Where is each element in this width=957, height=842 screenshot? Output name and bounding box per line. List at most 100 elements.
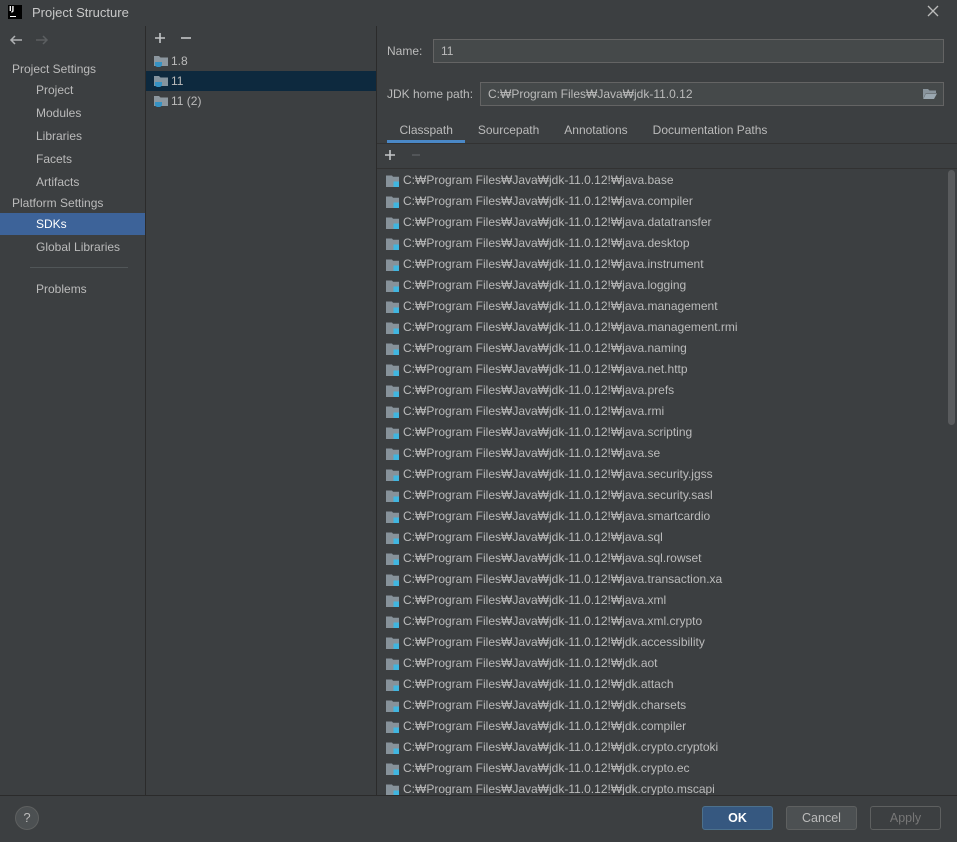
classpath-row[interactable]: C:₩Program Files₩Java₩jdk-11.0.12!₩jdk.c… <box>377 737 957 758</box>
jar-icon <box>385 404 401 420</box>
sdk-item-label: 1.8 <box>171 54 188 68</box>
sdk-item-11[interactable]: 11 <box>146 71 376 91</box>
name-label: Name: <box>387 44 423 58</box>
jar-icon <box>385 341 401 357</box>
classpath-row[interactable]: C:₩Program Files₩Java₩jdk-11.0.12!₩jdk.a… <box>377 674 957 695</box>
classpath-entry: C:₩Program Files₩Java₩jdk-11.0.12!₩java.… <box>403 236 690 250</box>
sdk-item-1-8[interactable]: 1.8 <box>146 51 376 71</box>
classpath-row[interactable]: C:₩Program Files₩Java₩jdk-11.0.12!₩java.… <box>377 317 957 338</box>
classpath-entry: C:₩Program Files₩Java₩jdk-11.0.12!₩jdk.c… <box>403 740 719 754</box>
apply-button[interactable]: Apply <box>870 806 941 830</box>
classpath-row[interactable]: C:₩Program Files₩Java₩jdk-11.0.12!₩java.… <box>377 485 957 506</box>
classpath-entry: C:₩Program Files₩Java₩jdk-11.0.12!₩jdk.c… <box>403 782 715 795</box>
intellij-icon: IJ <box>8 5 22 19</box>
classpath-entry: C:₩Program Files₩Java₩jdk-11.0.12!₩jdk.a… <box>403 677 674 691</box>
title-bar: IJ Project Structure <box>0 0 957 25</box>
classpath-row[interactable]: C:₩Program Files₩Java₩jdk-11.0.12!₩jdk.c… <box>377 716 957 737</box>
cancel-button[interactable]: Cancel <box>786 806 857 830</box>
sidebar-item-facets[interactable]: Facets <box>0 148 145 170</box>
classpath-row[interactable]: C:₩Program Files₩Java₩jdk-11.0.12!₩java.… <box>377 296 957 317</box>
classpath-entry: C:₩Program Files₩Java₩jdk-11.0.12!₩java.… <box>403 446 661 460</box>
tab-sourcepath[interactable]: Sourcepath <box>465 118 551 143</box>
sidebar-item-project[interactable]: Project <box>0 79 145 101</box>
sdk-folder-icon <box>153 73 169 89</box>
jdk-home-path-input[interactable]: C:₩Program Files₩Java₩jdk-11.0.12 <box>480 82 944 106</box>
jar-icon <box>385 320 401 336</box>
window-title: Project Structure <box>32 5 129 20</box>
classpath-row[interactable]: C:₩Program Files₩Java₩jdk-11.0.12!₩java.… <box>377 548 957 569</box>
classpath-row[interactable]: C:₩Program Files₩Java₩jdk-11.0.12!₩java.… <box>377 527 957 548</box>
plus-icon[interactable] <box>152 30 168 46</box>
project-settings-header: Project Settings <box>12 62 97 76</box>
folder-open-icon[interactable] <box>922 86 938 102</box>
sdk-name-input[interactable]: 11 <box>433 39 944 63</box>
jar-icon <box>385 572 401 588</box>
classpath-entry: C:₩Program Files₩Java₩jdk-11.0.12!₩jdk.a… <box>403 635 705 649</box>
jar-icon <box>385 740 401 756</box>
arrow-right-icon <box>34 32 50 48</box>
arrow-left-icon[interactable] <box>8 32 24 48</box>
classpath-row[interactable]: C:₩Program Files₩Java₩jdk-11.0.12!₩jdk.c… <box>377 758 957 779</box>
classpath-entry: C:₩Program Files₩Java₩jdk-11.0.12!₩java.… <box>403 362 688 376</box>
classpath-row[interactable]: C:₩Program Files₩Java₩jdk-11.0.12!₩java.… <box>377 212 957 233</box>
jar-icon <box>385 257 401 273</box>
classpath-entry: C:₩Program Files₩Java₩jdk-11.0.12!₩java.… <box>403 425 693 439</box>
classpath-entry: C:₩Program Files₩Java₩jdk-11.0.12!₩jdk.a… <box>403 656 658 670</box>
close-icon[interactable] <box>925 3 941 19</box>
jar-icon <box>385 656 401 672</box>
sidebar-item-modules[interactable]: Modules <box>0 102 145 124</box>
classpath-row[interactable]: C:₩Program Files₩Java₩jdk-11.0.12!₩java.… <box>377 569 957 590</box>
classpath-entry: C:₩Program Files₩Java₩jdk-11.0.12!₩jdk.c… <box>403 698 687 712</box>
jar-icon <box>385 782 401 795</box>
classpath-row[interactable]: C:₩Program Files₩Java₩jdk-11.0.12!₩java.… <box>377 233 957 254</box>
jar-icon <box>385 761 401 777</box>
classpath-row[interactable]: C:₩Program Files₩Java₩jdk-11.0.12!₩jdk.a… <box>377 632 957 653</box>
classpath-entry: C:₩Program Files₩Java₩jdk-11.0.12!₩java.… <box>403 173 674 187</box>
classpath-row[interactable]: C:₩Program Files₩Java₩jdk-11.0.12!₩java.… <box>377 422 957 443</box>
sdk-folder-icon <box>153 93 169 109</box>
classpath-row[interactable]: C:₩Program Files₩Java₩jdk-11.0.12!₩java.… <box>377 380 957 401</box>
minus-icon <box>408 147 424 163</box>
jar-icon <box>385 425 401 441</box>
jar-icon <box>385 299 401 315</box>
dialog-footer: ? OK Cancel Apply <box>0 795 957 842</box>
classpath-row[interactable]: C:₩Program Files₩Java₩jdk-11.0.12!₩java.… <box>377 338 957 359</box>
classpath-row[interactable]: C:₩Program Files₩Java₩jdk-11.0.12!₩java.… <box>377 275 957 296</box>
classpath-row[interactable]: C:₩Program Files₩Java₩jdk-11.0.12!₩java.… <box>377 401 957 422</box>
classpath-row[interactable]: C:₩Program Files₩Java₩jdk-11.0.12!₩java.… <box>377 254 957 275</box>
classpath-row[interactable]: C:₩Program Files₩Java₩jdk-11.0.12!₩jdk.c… <box>377 779 957 795</box>
sdk-list-panel: 1.8 11 11 (2) <box>146 26 377 795</box>
classpath-entry: C:₩Program Files₩Java₩jdk-11.0.12!₩java.… <box>403 383 675 397</box>
sidebar-item-problems[interactable]: Problems <box>0 278 145 300</box>
sidebar-item-sdks[interactable]: SDKs <box>0 213 145 235</box>
tab-documentation-paths[interactable]: Documentation Paths <box>640 118 780 143</box>
jar-icon <box>385 635 401 651</box>
jar-icon <box>385 446 401 462</box>
classpath-row[interactable]: C:₩Program Files₩Java₩jdk-11.0.12!₩jdk.c… <box>377 695 957 716</box>
classpath-row[interactable]: C:₩Program Files₩Java₩jdk-11.0.12!₩java.… <box>377 359 957 380</box>
minus-icon[interactable] <box>178 30 194 46</box>
tab-annotations[interactable]: Annotations <box>552 118 640 143</box>
classpath-row[interactable]: C:₩Program Files₩Java₩jdk-11.0.12!₩java.… <box>377 443 957 464</box>
classpath-row[interactable]: C:₩Program Files₩Java₩jdk-11.0.12!₩java.… <box>377 191 957 212</box>
sdk-details-panel: Name: 11 JDK home path: C:₩Program Files… <box>377 26 957 795</box>
classpath-row[interactable]: C:₩Program Files₩Java₩jdk-11.0.12!₩java.… <box>377 590 957 611</box>
classpath-entry: C:₩Program Files₩Java₩jdk-11.0.12!₩java.… <box>403 257 704 271</box>
jar-icon <box>385 719 401 735</box>
classpath-row[interactable]: C:₩Program Files₩Java₩jdk-11.0.12!₩java.… <box>377 464 957 485</box>
classpath-row[interactable]: C:₩Program Files₩Java₩jdk-11.0.12!₩java.… <box>377 170 957 191</box>
classpath-entry: C:₩Program Files₩Java₩jdk-11.0.12!₩java.… <box>403 551 702 565</box>
classpath-row[interactable]: C:₩Program Files₩Java₩jdk-11.0.12!₩java.… <box>377 611 957 632</box>
plus-icon[interactable] <box>382 147 398 163</box>
classpath-row[interactable]: C:₩Program Files₩Java₩jdk-11.0.12!₩jdk.a… <box>377 653 957 674</box>
sidebar-item-global-libraries[interactable]: Global Libraries <box>0 236 145 258</box>
sidebar-item-artifacts[interactable]: Artifacts <box>0 171 145 193</box>
help-icon[interactable]: ? <box>15 806 39 830</box>
classpath-scrollbar[interactable] <box>948 170 955 425</box>
sdk-item-11-2[interactable]: 11 (2) <box>146 91 376 111</box>
sdk-item-label: 11 <box>171 74 184 88</box>
ok-button[interactable]: OK <box>702 806 773 830</box>
tab-classpath[interactable]: Classpath <box>387 118 466 143</box>
sidebar-item-libraries[interactable]: Libraries <box>0 125 145 147</box>
classpath-row[interactable]: C:₩Program Files₩Java₩jdk-11.0.12!₩java.… <box>377 506 957 527</box>
